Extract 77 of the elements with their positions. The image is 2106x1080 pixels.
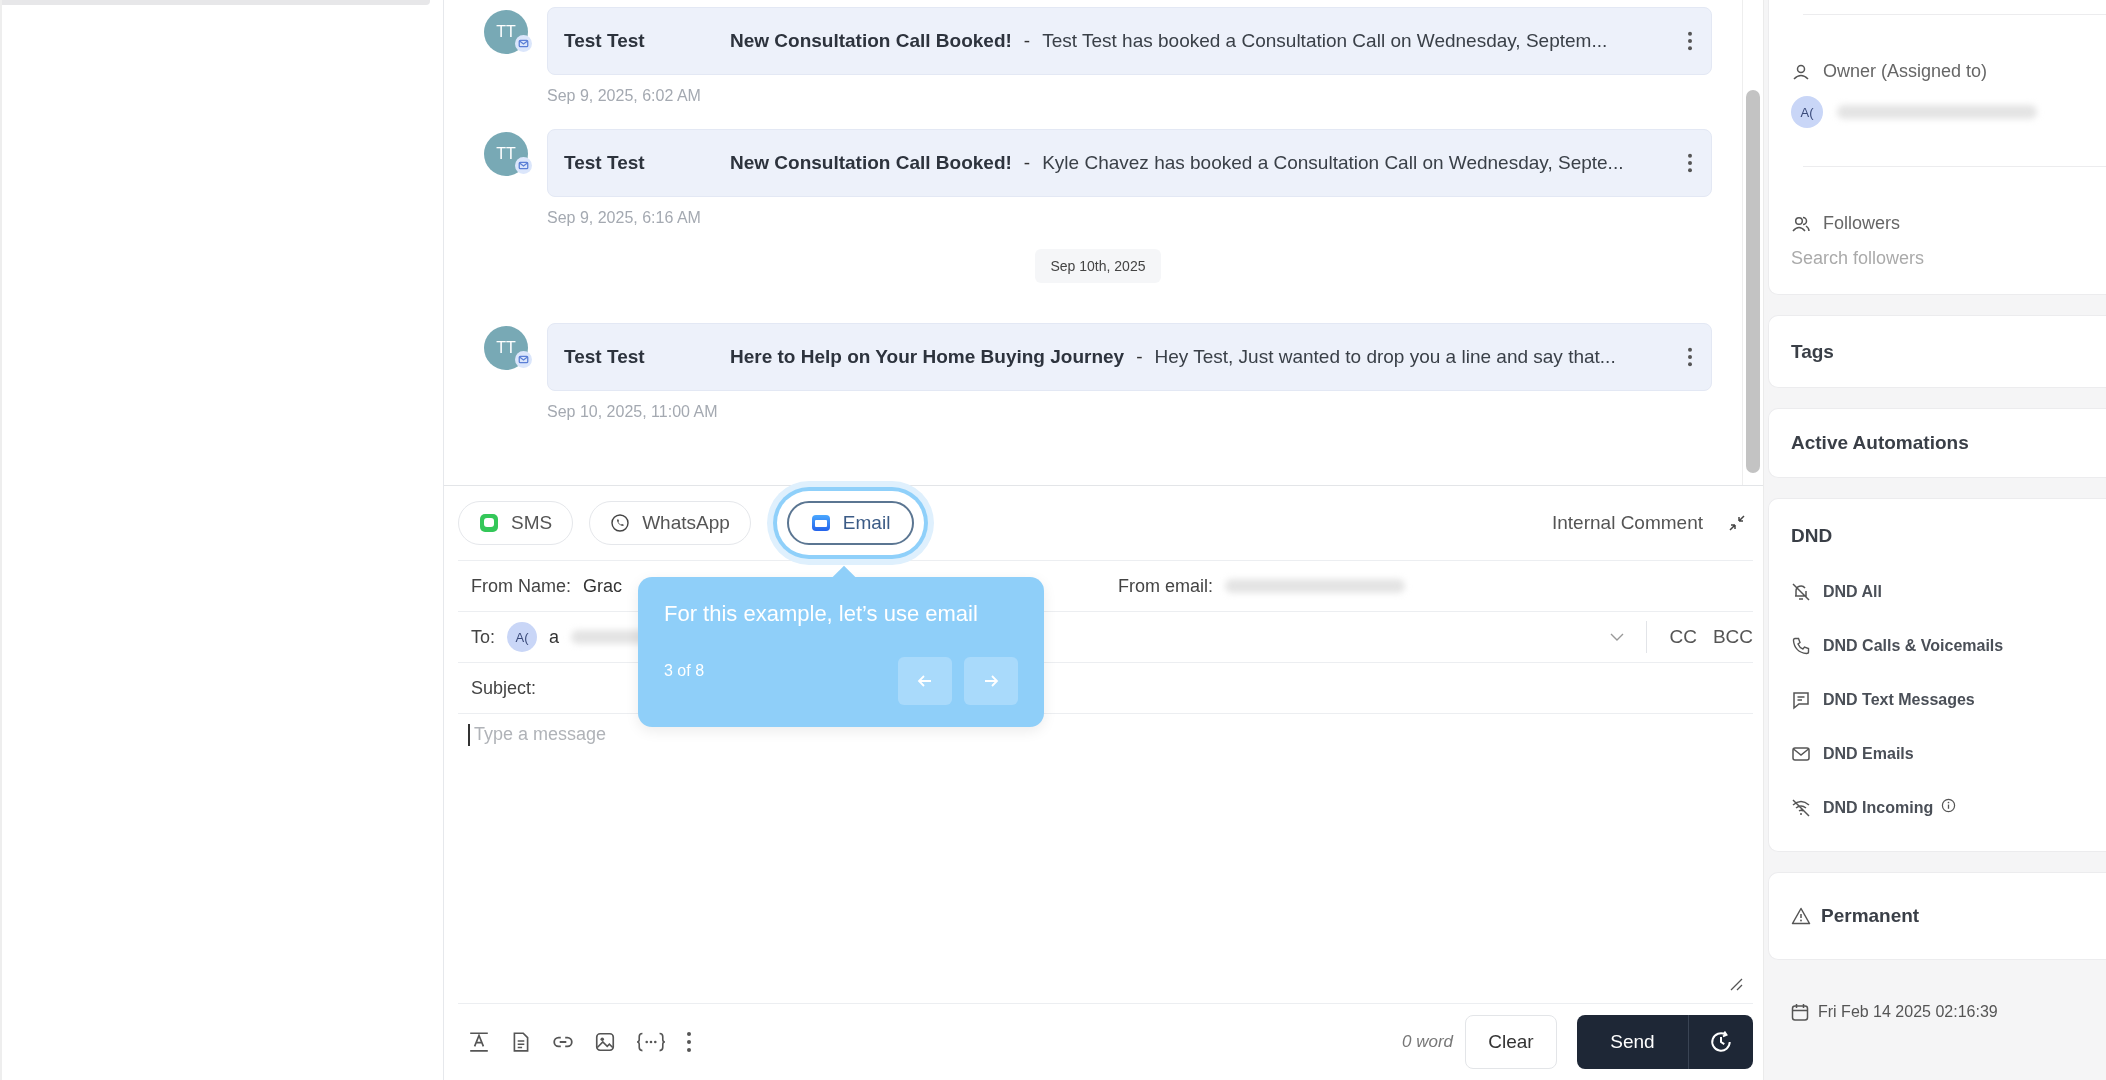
separator-text: - [1023, 30, 1031, 52]
channel-tab[interactable]: WhatsApp [589, 501, 751, 545]
section-title: Active Automations [1791, 432, 1969, 454]
mail-badge-icon [515, 157, 532, 174]
from-name-label: From Name: [471, 575, 571, 597]
message-preview: Kyle Chavez has booked a Consultation Call on Wednesday, Septe... [1042, 152, 1625, 174]
mail-icon [810, 513, 831, 533]
cc-link[interactable]: CC [1669, 626, 1697, 648]
separator-text: - [1023, 152, 1031, 174]
to-label: To: [471, 626, 495, 648]
chevron-down-icon[interactable] [1610, 633, 1625, 641]
warning-icon [1791, 906, 1811, 926]
message-bubble[interactable]: Test Test Here to Help on Your Home Buying Journey - Hey Test, Just wanted to drop you a line and say that... [547, 323, 1712, 391]
message-preview: Test Test has booked a Consultation Call on Wednesday, Septem... [1042, 30, 1609, 52]
followers-label: Followers [1823, 213, 1901, 234]
mail-icon [1791, 744, 1811, 764]
created-date: Fri Feb 14 2025 02:16:39 [1818, 1003, 1998, 1021]
more-icon[interactable] [686, 1031, 692, 1053]
clock-icon [1709, 1030, 1733, 1054]
bcc-link[interactable]: BCC [1712, 626, 1753, 648]
separator-text: - [1136, 346, 1143, 368]
dnd-option[interactable]: DND Emails [1823, 745, 1914, 763]
word-count: 0 word [1401, 1032, 1453, 1052]
internal-comment-link[interactable]: Internal Comment [1552, 512, 1703, 534]
scrollbar[interactable] [1746, 90, 1760, 473]
more-icon[interactable] [1687, 153, 1693, 173]
more-icon[interactable] [1687, 31, 1693, 51]
from-name-value[interactable]: Grac [583, 575, 623, 597]
dnd-option[interactable]: DND Incoming [1823, 799, 1934, 817]
message-icon [1791, 690, 1811, 710]
image-icon[interactable] [594, 1031, 616, 1053]
message-bubble[interactable]: Test Test New Consultation Call Booked! - Test Test has booked a Consultation Call on Wednesday, Septem... [547, 7, 1712, 75]
send-button[interactable]: Send [1577, 1015, 1689, 1069]
message-time: Sep 10, 2025, 11:00 AM [547, 403, 719, 421]
owner-avatar: A( [1791, 96, 1823, 128]
message-subject: Here to Help on Your Home Buying Journey [730, 346, 1125, 368]
subject-label: Subject: [471, 677, 537, 699]
tour-step: 3 of 8 [664, 662, 705, 680]
channel-tab[interactable]: SMS [458, 501, 574, 545]
permanent-label: Permanent [1821, 905, 1920, 927]
message-bubble[interactable]: Test Test New Consultation Call Booked! - Kyle Chavez has booked a Consultation Call on Wednesday, Septe... [547, 129, 1712, 197]
mail-badge-icon [515, 351, 532, 368]
section-card[interactable]: Tags [1768, 315, 2106, 388]
section-card[interactable]: Active Automations [1768, 408, 2106, 478]
message-subject: New Consultation Call Booked! [730, 152, 1012, 174]
sender-name: Test Test [564, 152, 646, 174]
custom-values-icon[interactable] [636, 1031, 666, 1053]
dnd-option[interactable]: DND Calls & Voicemails [1823, 637, 2004, 655]
wifi-off-icon [1791, 798, 1811, 818]
dnd-title: DND [1791, 525, 1834, 547]
owner-label: Owner (Assigned to) [1823, 61, 1988, 82]
recipient-name[interactable]: a [549, 626, 560, 648]
phone-bubble-icon [610, 513, 631, 533]
dnd-option[interactable]: DND All [1823, 583, 1882, 601]
section-title: Tags [1791, 340, 1834, 363]
info-icon[interactable] [1941, 797, 1957, 813]
calendar-icon [1790, 1002, 1810, 1022]
text-format-icon[interactable] [468, 1031, 490, 1053]
from-email-label: From email: [1118, 575, 1213, 597]
dnd-option[interactable]: DND Text Messages [1823, 691, 1975, 709]
message-time: Sep 9, 2025, 6:02 AM [547, 87, 702, 105]
phone-icon [1791, 636, 1811, 656]
collapse-icon[interactable] [1727, 513, 1747, 533]
chat-icon [479, 513, 499, 533]
sender-name: Test Test [564, 346, 646, 368]
recipient-avatar: A( [507, 622, 537, 652]
message-preview: Hey Test, Just wanted to drop you a line and say that... [1154, 346, 1617, 368]
message-subject: New Consultation Call Booked! [730, 30, 1012, 52]
resize-handle-icon[interactable] [1729, 977, 1743, 991]
tour-text: For this example, let’s use email [664, 601, 979, 627]
sender-name: Test Test [564, 30, 646, 52]
bell-off-icon [1791, 582, 1811, 602]
clear-button[interactable]: Clear [1465, 1015, 1557, 1069]
mail-badge-icon [515, 35, 532, 52]
schedule-button[interactable] [1689, 1015, 1753, 1069]
more-icon[interactable] [1687, 347, 1693, 367]
message-time: Sep 9, 2025, 6:16 AM [547, 209, 702, 227]
